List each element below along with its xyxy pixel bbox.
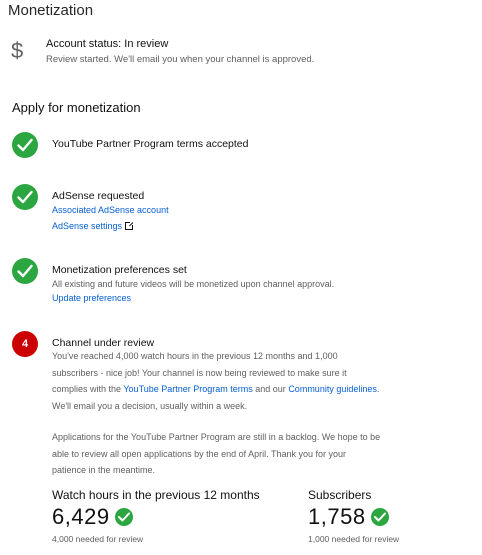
review-line: You've reached 4,000 watch hours in the … — [52, 351, 338, 361]
review-line: We'll email you a decision, usually with… — [52, 400, 248, 411]
account-status-text: Account status: In review — [46, 38, 169, 50]
review-text-fragment: . — [376, 384, 380, 394]
step-title: Monetization preferences set — [52, 264, 187, 276]
adsense-settings-link[interactable]: AdSense settings — [52, 221, 122, 231]
page-title: Monetization — [8, 2, 94, 19]
check-circle-icon — [114, 508, 133, 526]
step-description: All existing and future videos will be m… — [52, 279, 335, 289]
watch-hours-needed: 4,000 needed for review — [52, 534, 144, 544]
subscribers-stat: Subscribers 1,758 1,000 needed for revie… — [308, 488, 399, 544]
subscribers-needed: 1,000 needed for review — [308, 534, 400, 544]
open-in-new-icon — [125, 221, 135, 230]
step-number-badge: 4 — [12, 331, 38, 357]
check-circle-icon — [370, 508, 389, 526]
review-paragraph-1: You've reached 4,000 watch hours in the … — [52, 348, 452, 414]
step-title: AdSense requested — [52, 190, 145, 202]
associated-adsense-link[interactable]: Associated AdSense account — [52, 205, 169, 215]
update-preferences-link[interactable]: Update preferences — [52, 293, 131, 303]
svg-text:$: $ — [11, 38, 23, 62]
partner-program-terms-link[interactable]: YouTube Partner Program terms — [123, 384, 252, 394]
dollar-icon: $ — [10, 38, 28, 64]
step-title: YouTube Partner Program terms accepted — [52, 138, 249, 150]
watch-hours-stat: Watch hours in the previous 12 months 6,… — [52, 488, 260, 544]
check-circle-icon — [12, 132, 38, 158]
review-line: patience in the meantime. — [52, 465, 156, 475]
check-circle-icon — [12, 258, 38, 284]
review-paragraph-2: Applications for the YouTube Partner Pro… — [52, 429, 452, 479]
subscribers-label: Subscribers — [308, 488, 372, 502]
review-line: able to review all open applications by … — [52, 448, 347, 459]
watch-hours-value: 6,429 — [52, 504, 110, 529]
account-status-description: Review started. We'll email you when you… — [46, 54, 315, 65]
review-line: subscribers - nice job! Your channel is … — [52, 367, 347, 378]
review-line: Applications for the YouTube Partner Pro… — [52, 432, 381, 442]
apply-section-title: Apply for monetization — [12, 100, 141, 115]
review-text-fragment: and our — [252, 384, 289, 394]
subscribers-value: 1,758 — [308, 504, 366, 529]
community-guidelines-link[interactable]: Community guidelines — [288, 384, 377, 394]
watch-hours-label: Watch hours in the previous 12 months — [52, 488, 260, 502]
review-line: complies with the YouTube Partner Progra… — [52, 381, 452, 398]
check-circle-icon — [12, 184, 38, 210]
review-text-fragment: complies with the — [52, 384, 124, 394]
